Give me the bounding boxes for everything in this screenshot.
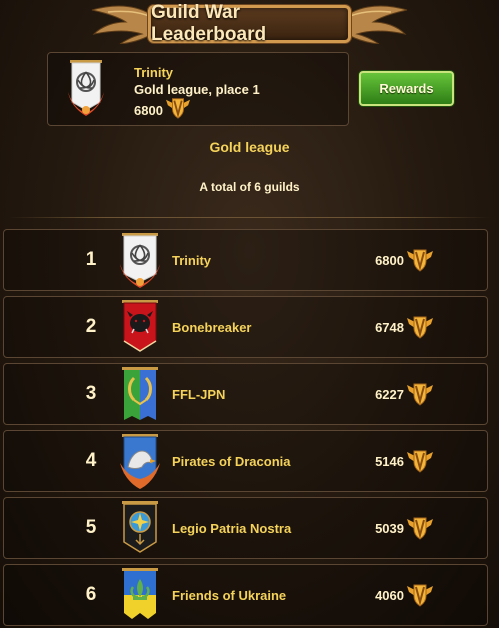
guild-name: Bonebreaker <box>172 319 252 335</box>
laurel-banner-icon <box>122 367 158 420</box>
leaderboard-row[interactable]: 2 Bonebreaker 6748 <box>3 296 488 358</box>
leaderboard-row[interactable]: 4 Pirates of Draconia 5146 <box>3 430 488 492</box>
my-guild-league-place: Gold league, place 1 <box>134 82 260 97</box>
league-name: Gold league <box>209 139 290 155</box>
leaderboard-row[interactable]: 3 FFL-JPN 6227 <box>3 363 488 425</box>
page-title: Guild War Leaderboard <box>151 2 267 45</box>
leaderboard-row[interactable]: 5 Legio Patria Nostra 5039 <box>3 497 488 559</box>
leaderboard-row[interactable]: 1 Trinity 6800 <box>3 229 488 291</box>
rank-number: 3 <box>85 383 97 404</box>
total-guilds-count: A total of 6 guilds <box>199 180 300 194</box>
my-guild-score: 6800 <box>134 103 163 118</box>
guild-name: Friends of Ukraine <box>172 587 287 603</box>
winged-shield-icon <box>407 450 433 473</box>
rank-number: 1 <box>85 249 97 270</box>
guild-name: Trinity <box>172 252 212 268</box>
divider <box>8 217 491 218</box>
guild-score: 5146 <box>375 453 404 469</box>
my-guild-panel: Trinity Gold league, place 1 6800 <box>47 52 349 126</box>
winged-shield-icon <box>407 383 433 406</box>
leaderboard-row[interactable]: 6 Friends of Ukraine 4060 <box>3 564 488 626</box>
trinity-knot-banner-icon <box>120 233 160 288</box>
guild-name: Legio Patria Nostra <box>172 520 292 536</box>
guild-score: 6227 <box>375 386 404 402</box>
winged-shield-icon <box>407 584 433 607</box>
guild-name: Pirates of Draconia <box>172 453 291 469</box>
my-guild-name: Trinity <box>134 65 174 80</box>
guild-score: 6748 <box>375 319 404 335</box>
winged-shield-icon <box>407 249 433 272</box>
guild-score: 5039 <box>375 520 404 536</box>
rank-number: 4 <box>85 450 97 471</box>
eagle-banner-icon <box>120 434 160 489</box>
winged-shield-icon <box>407 316 433 339</box>
guild-score: 4060 <box>375 587 404 603</box>
rank-number: 6 <box>85 584 97 605</box>
rewards-button[interactable]: Rewards <box>359 71 454 106</box>
rank-number: 5 <box>85 517 97 538</box>
guild-name: FFL-JPN <box>172 386 226 402</box>
fleur-de-lis-banner-icon <box>122 568 158 619</box>
boar-banner-icon <box>122 300 158 352</box>
title-plate: Guild War Leaderboard <box>148 2 351 45</box>
title-bar: Guild War Leaderboard <box>0 0 499 48</box>
winged-shield-icon <box>407 517 433 540</box>
sun-banner-icon <box>122 501 158 553</box>
trinity-knot-banner-icon <box>68 60 104 116</box>
rank-number: 2 <box>85 316 97 337</box>
guild-score: 6800 <box>375 252 404 268</box>
winged-shield-icon <box>166 98 190 119</box>
